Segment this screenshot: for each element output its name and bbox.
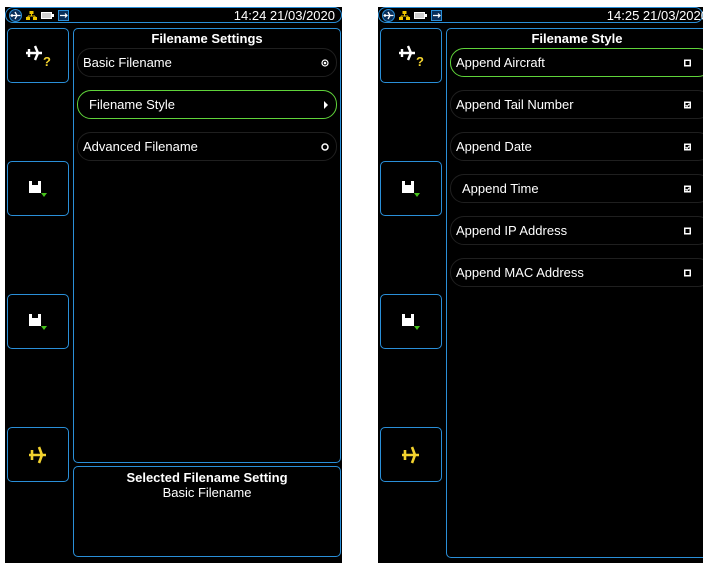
battery-icon bbox=[41, 12, 54, 19]
save-icon bbox=[402, 313, 420, 330]
menu-item-label: Append Time bbox=[462, 181, 539, 196]
help-aircraft-button[interactable]: ? bbox=[7, 28, 69, 83]
menu-item-label: Append Aircraft bbox=[456, 55, 545, 70]
aircraft-icon bbox=[9, 9, 22, 22]
menu-item-label: Append Date bbox=[456, 139, 532, 154]
status-time: 14:24 21/03/2020 bbox=[233, 8, 335, 23]
svg-text:?: ? bbox=[416, 54, 424, 67]
menu-item-label: Append MAC Address bbox=[456, 265, 584, 280]
menu-title: Filename Settings bbox=[151, 31, 263, 46]
menu-item-append-mac-address[interactable]: Append MAC Address bbox=[450, 258, 703, 287]
save-button-1[interactable] bbox=[380, 161, 442, 216]
checkbox-checked-icon[interactable] bbox=[684, 143, 691, 150]
selected-setting-title: Selected Filename Setting bbox=[126, 470, 288, 485]
menu-item-append-tail-number[interactable]: Append Tail Number bbox=[450, 90, 703, 119]
help-aircraft-button[interactable]: ? bbox=[380, 28, 442, 83]
checkbox-checked-icon[interactable] bbox=[684, 101, 691, 108]
selected-setting-value: Basic Filename bbox=[162, 485, 252, 500]
checkbox-unchecked-icon[interactable] bbox=[684, 227, 691, 234]
status-bar: 14:24 21/03/2020 bbox=[5, 7, 342, 23]
save-button-2[interactable] bbox=[7, 294, 69, 349]
checkbox-checked-icon[interactable] bbox=[684, 185, 691, 192]
radio-selected-icon bbox=[321, 58, 329, 67]
aircraft-icon bbox=[382, 9, 395, 22]
aircraft-yellow-icon bbox=[29, 446, 46, 463]
status-icons bbox=[382, 9, 442, 22]
menu-item-append-ip-address[interactable]: Append IP Address bbox=[450, 216, 703, 245]
menu-item-append-time[interactable]: Append Time bbox=[450, 174, 703, 203]
save-button-1[interactable] bbox=[7, 161, 69, 216]
radio-unselected-icon bbox=[321, 142, 329, 151]
checkbox-unchecked-icon[interactable] bbox=[684, 59, 691, 66]
status-time: 14:25 21/03/2020 bbox=[606, 8, 703, 23]
menu-item-label: Filename Style bbox=[89, 97, 175, 112]
save-icon bbox=[29, 180, 47, 197]
menu-item-filename-style[interactable]: Filename Style bbox=[77, 90, 337, 119]
menu-item-label: Append Tail Number bbox=[456, 97, 574, 112]
save-icon bbox=[402, 180, 420, 197]
menu-title: Filename Style bbox=[531, 31, 623, 46]
aircraft-help-icon: ? bbox=[399, 45, 424, 67]
usb-icon bbox=[431, 10, 442, 21]
menu-item-append-date[interactable]: Append Date bbox=[450, 132, 703, 161]
filename-settings-menu: Filename Settings Basic Filename Filenam… bbox=[73, 28, 341, 463]
save-button-2[interactable] bbox=[380, 294, 442, 349]
svg-text:?: ? bbox=[43, 54, 51, 67]
aircraft-button[interactable] bbox=[7, 427, 69, 482]
selected-setting-box: Selected Filename Setting Basic Filename bbox=[73, 466, 341, 557]
left-screen: 14:24 21/03/2020 ? Filename Settings Bas… bbox=[5, 7, 342, 563]
aircraft-yellow-icon bbox=[402, 446, 419, 463]
status-icons bbox=[9, 9, 69, 22]
menu-item-advanced-filename[interactable]: Advanced Filename bbox=[77, 132, 337, 161]
network-icon bbox=[26, 10, 37, 20]
menu-item-append-aircraft[interactable]: Append Aircraft bbox=[450, 48, 703, 77]
aircraft-help-icon: ? bbox=[26, 45, 51, 67]
battery-icon bbox=[414, 12, 427, 19]
menu-item-label: Append IP Address bbox=[456, 223, 568, 238]
right-screen: 14:25 21/03/2020 ? Filename Style Append… bbox=[378, 7, 703, 563]
network-icon bbox=[399, 10, 410, 20]
menu-item-label: Advanced Filename bbox=[83, 139, 198, 154]
aircraft-button[interactable] bbox=[380, 427, 442, 482]
status-bar: 14:25 21/03/2020 bbox=[378, 7, 703, 23]
usb-icon bbox=[58, 10, 69, 21]
checkbox-unchecked-icon[interactable] bbox=[684, 269, 691, 276]
save-icon bbox=[29, 313, 47, 330]
filename-style-menu: Filename Style Append Aircraft Append Ta… bbox=[446, 28, 703, 558]
menu-item-label: Basic Filename bbox=[83, 55, 172, 70]
menu-item-basic-filename[interactable]: Basic Filename bbox=[77, 48, 337, 77]
arrow-right-icon bbox=[324, 100, 328, 109]
